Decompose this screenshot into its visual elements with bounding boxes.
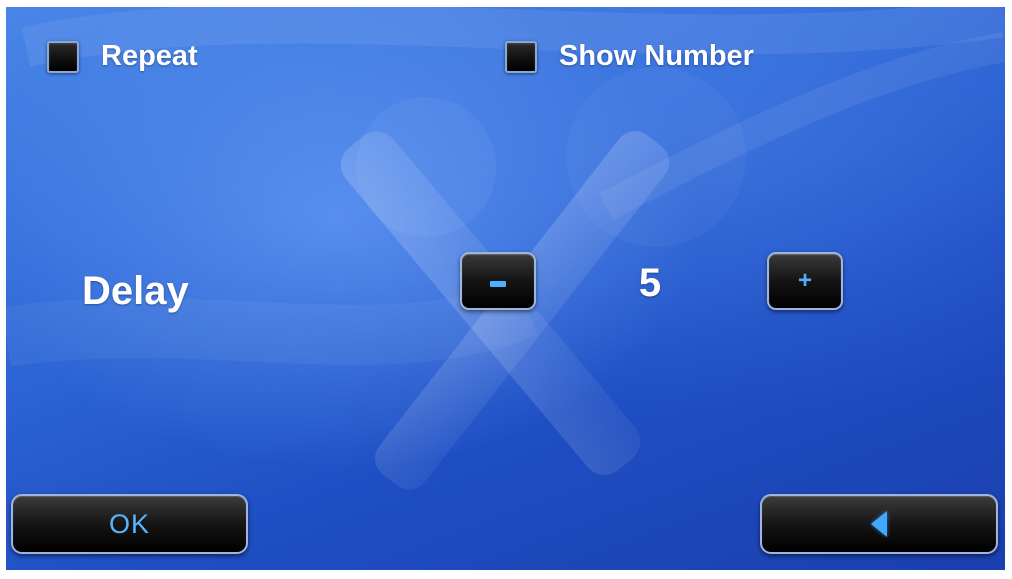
repeat-checkbox[interactable] bbox=[47, 40, 79, 73]
delay-label: Delay bbox=[82, 269, 189, 313]
ok-button-label: OK bbox=[108, 508, 150, 539]
show-number-label: Show Number bbox=[559, 40, 754, 72]
delay-decrease-button[interactable] bbox=[460, 252, 536, 310]
delay-value: 5 bbox=[638, 261, 662, 305]
repeat-option[interactable]: Repeat bbox=[47, 40, 198, 73]
settings-screen: Repeat Show Number Delay 5 + OK bbox=[6, 7, 1005, 570]
back-button[interactable] bbox=[760, 494, 998, 554]
minus-icon bbox=[490, 281, 506, 287]
repeat-label: Repeat bbox=[101, 40, 198, 72]
show-number-option[interactable]: Show Number bbox=[505, 40, 754, 73]
delay-increase-button[interactable]: + bbox=[767, 252, 843, 310]
plus-icon: + bbox=[797, 267, 812, 294]
ok-button[interactable]: OK bbox=[11, 494, 248, 554]
back-arrow-icon bbox=[871, 511, 887, 537]
show-number-checkbox[interactable] bbox=[505, 40, 537, 73]
